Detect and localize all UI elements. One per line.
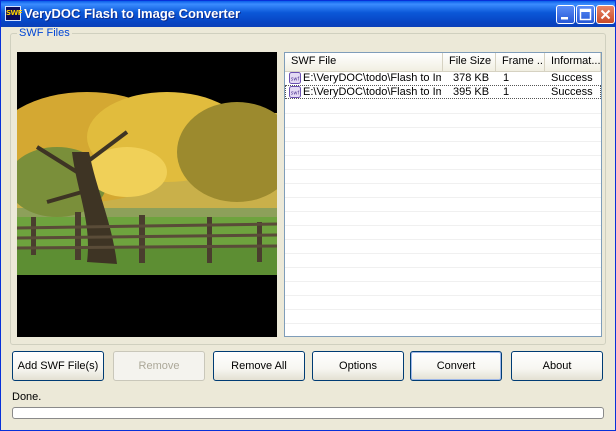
cell-frame: 1	[503, 86, 510, 98]
grid-line	[285, 211, 601, 212]
remove-all-button[interactable]: Remove All	[213, 351, 305, 381]
grid-line	[285, 183, 601, 184]
remove-button[interactable]: Remove	[113, 351, 205, 381]
column-header-frame[interactable]: Frame ...	[496, 53, 545, 71]
column-header-file-size[interactable]: File Size	[443, 53, 496, 71]
column-header-swf-file[interactable]: SWF File	[285, 53, 443, 71]
grid-line	[285, 141, 601, 142]
minimize-button[interactable]	[556, 5, 575, 24]
grid-line	[285, 253, 601, 254]
add-swf-files-button[interactable]: Add SWF File(s)	[12, 351, 104, 381]
about-button[interactable]: About	[511, 351, 603, 381]
cell-info: Success	[551, 86, 593, 98]
cell-info: Success	[551, 72, 593, 84]
swf-file-icon: swf	[289, 72, 301, 84]
cell-file: E:\VeryDOC\todo\Flash to Image ...	[303, 86, 441, 98]
close-button[interactable]	[596, 5, 615, 24]
grid-line	[285, 113, 601, 114]
cell-frame: 1	[503, 72, 510, 84]
title-bar[interactable]: SWF VeryDOC Flash to Image Converter	[1, 1, 615, 27]
grid-line	[285, 197, 601, 198]
grid-line	[285, 127, 601, 128]
grid-line	[285, 225, 601, 226]
progress-bar	[12, 407, 604, 419]
svg-text:swf: swf	[291, 91, 300, 97]
grid-line	[285, 281, 601, 282]
options-button[interactable]: Options	[312, 351, 404, 381]
autumn-tree-image	[17, 52, 277, 337]
cell-file: E:\VeryDOC\todo\Flash to Image ...	[303, 72, 441, 84]
preview-pane	[17, 52, 277, 337]
convert-button[interactable]: Convert	[410, 351, 502, 381]
swf-file-list[interactable]: SWF File File Size Frame ... Informat...…	[284, 52, 602, 337]
grid-line	[285, 267, 601, 268]
table-row[interactable]: swf E:\VeryDOC\todo\Flash to Image ... 3…	[285, 71, 601, 85]
table-row[interactable]: swf E:\VeryDOC\todo\Flash to Image ... 3…	[285, 85, 601, 99]
maximize-icon	[579, 8, 592, 21]
status-text: Done.	[12, 391, 42, 403]
swf-app-icon: SWF	[5, 6, 23, 21]
grid-line	[285, 295, 601, 296]
app-window: SWF VeryDOC Flash to Image Converter SWF…	[0, 0, 616, 431]
grid-line	[285, 309, 601, 310]
cell-size: 378 KB	[453, 72, 490, 84]
group-label: SWF Files	[17, 27, 72, 39]
minimize-icon	[561, 17, 568, 20]
list-header: SWF File File Size Frame ... Informat...	[285, 53, 601, 72]
grid-line	[285, 239, 601, 240]
grid-line	[285, 323, 601, 324]
swf-file-icon: swf	[289, 86, 301, 98]
grid-line	[285, 169, 601, 170]
close-icon	[600, 9, 611, 20]
grid-line	[285, 155, 601, 156]
column-header-information[interactable]: Informat...	[545, 53, 601, 71]
cell-size: 395 KB	[453, 86, 490, 98]
maximize-button[interactable]	[576, 5, 595, 24]
svg-text:swf: swf	[291, 77, 300, 83]
window-title: VeryDOC Flash to Image Converter	[24, 6, 241, 21]
